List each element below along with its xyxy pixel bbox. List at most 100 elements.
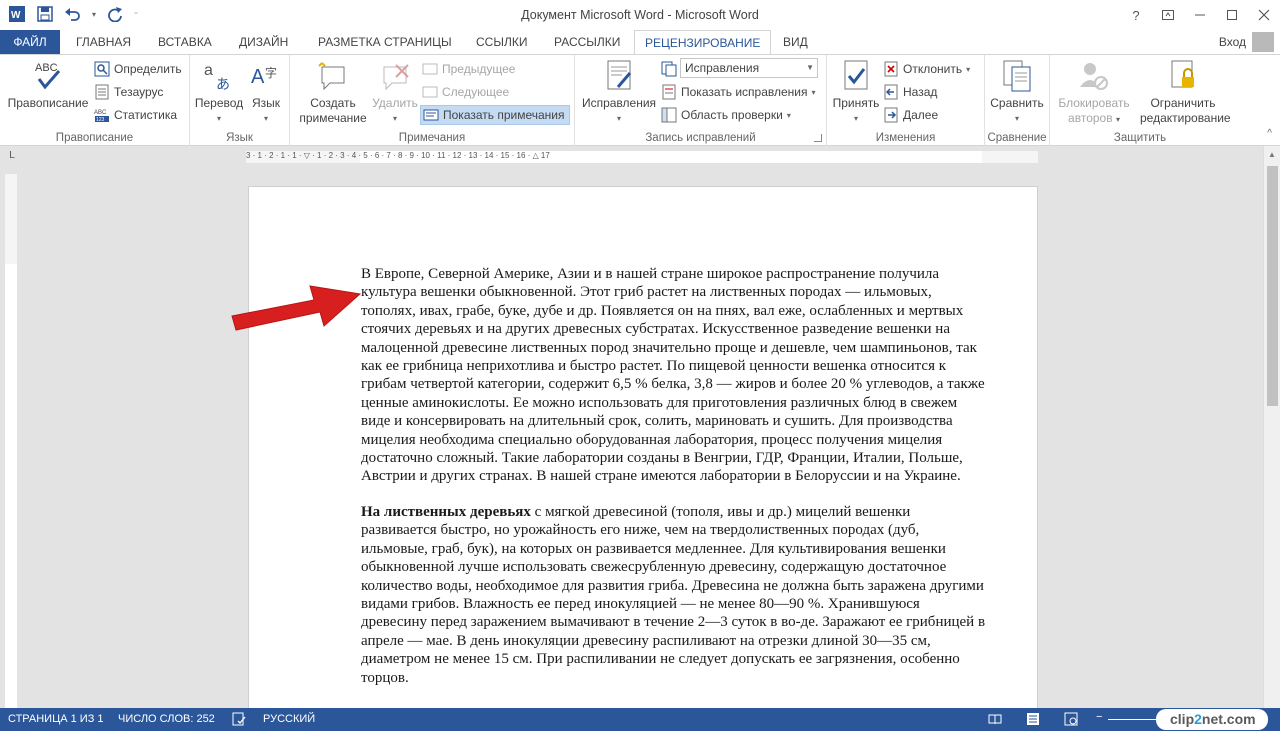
document-area[interactable]: L 3 · 1 · 2 · 1 · 1 · ▽ · 1 · 2 · 3 · 4 … (0, 146, 1280, 708)
next-change-icon (883, 107, 899, 123)
delete-comment-icon (378, 59, 412, 93)
maximize-icon[interactable] (1216, 0, 1248, 30)
title-bar: W ▾ ⁼ Документ Microsoft Word - Microsof… (0, 0, 1280, 30)
block-authors-dropdown-icon: ▾ (1115, 115, 1120, 124)
word-count-button[interactable]: ABC 123 Статистика (94, 105, 177, 125)
avatar[interactable] (1252, 32, 1274, 52)
document-body[interactable]: В Европе, Северной Америке, Азии и в наш… (361, 265, 986, 704)
group-changes: Принять ▾ Отклонить ▾ Назад Далее Измене… (827, 55, 985, 146)
block-authors-button[interactable]: Блокировать авторов ▾ (1052, 59, 1136, 127)
tab-insert[interactable]: ВСТАВКА (148, 30, 222, 54)
page-count[interactable]: СТРАНИЦА 1 ИЗ 1 (8, 713, 104, 725)
next-comment-button[interactable]: Следующее (422, 82, 509, 102)
dialog-launcher-icon[interactable] (814, 134, 822, 142)
zoom-out-icon[interactable]: − (1096, 711, 1102, 723)
horizontal-ruler[interactable]: 3 · 1 · 2 · 1 · 1 · ▽ · 1 · 2 · 3 · 4 · … (246, 151, 1038, 163)
read-mode-icon[interactable] (988, 712, 1002, 726)
ribbon-display-icon[interactable] (1152, 0, 1184, 30)
reviewing-pane-button[interactable]: Область проверки ▾ (661, 105, 791, 125)
ribbon: ABC Правописание Определить Тезаурус ABC… (0, 54, 1280, 146)
reject-button[interactable]: Отклонить ▾ (883, 59, 970, 79)
next-change-button[interactable]: Далее (883, 105, 938, 125)
previous-comment-button[interactable]: Предыдущее (422, 59, 515, 79)
tab-design[interactable]: ДИЗАЙН (229, 30, 298, 54)
accept-icon (839, 59, 873, 93)
restrict-editing-icon (1166, 59, 1200, 93)
tab-review[interactable]: РЕЦЕНЗИРОВАНИЕ (634, 30, 772, 55)
previous-change-label: Назад (903, 85, 938, 99)
close-icon[interactable] (1248, 0, 1280, 30)
window-controls: ? (1120, 0, 1280, 30)
tab-home[interactable]: ГЛАВНАЯ (66, 30, 141, 54)
scroll-thumb[interactable] (1267, 166, 1278, 406)
language-button[interactable]: A字 Язык ▾ (246, 59, 286, 126)
proofing-status-icon[interactable] (232, 712, 246, 726)
translate-dropdown-icon: ▾ (216, 114, 221, 123)
tab-mailings[interactable]: РАССЫЛКИ (544, 30, 630, 54)
show-markup-button[interactable]: Показать исправления ▾ (661, 82, 816, 102)
group-tracking: Исправления ▾ Исправления ▼ Показать исп… (575, 55, 827, 146)
word-count[interactable]: ЧИСЛО СЛОВ: 252 (118, 713, 215, 725)
word-count-icon: ABC 123 (94, 107, 110, 123)
track-changes-button[interactable]: Исправления ▾ (579, 59, 659, 126)
previous-change-button[interactable]: Назад (883, 82, 937, 102)
language-label: Язык (251, 96, 281, 110)
svg-text:字: 字 (265, 65, 277, 80)
print-layout-icon[interactable] (1026, 712, 1040, 726)
vertical-ruler[interactable] (5, 174, 17, 708)
reviewing-pane-label: Область проверки (681, 108, 783, 122)
thesaurus-label: Тезаурус (114, 85, 164, 99)
spelling-button[interactable]: ABC Правописание (6, 59, 90, 111)
web-layout-icon[interactable] (1064, 712, 1078, 726)
document-page[interactable]: В Европе, Северной Америке, Азии и в наш… (248, 186, 1038, 708)
group-comments: Создать примечание Удалить ▾ Предыдущее … (290, 55, 575, 146)
language-dropdown-icon: ▾ (263, 114, 268, 123)
tab-file[interactable]: ФАЙЛ (0, 30, 60, 54)
next-change-label: Далее (903, 108, 939, 122)
minimize-icon[interactable] (1184, 0, 1216, 30)
group-proofing-label: Правописание (55, 132, 134, 144)
paragraph-2[interactable]: На лиственных деревьях с мягкой древесин… (361, 503, 986, 687)
previous-change-icon (883, 84, 899, 100)
delete-comment-button[interactable]: Удалить ▾ (370, 59, 420, 126)
accept-button[interactable]: Принять ▾ (831, 59, 881, 126)
svg-text:a: a (204, 62, 213, 79)
group-language: aあ Перевод ▾ A字 Язык ▾ Язык (190, 55, 290, 146)
display-for-review-value: Исправления (685, 61, 760, 75)
reviewing-pane-icon (661, 107, 677, 123)
ruler-ticks: 3 · 1 · 2 · 1 · 1 · ▽ · 1 · 2 · 3 · 4 · … (246, 151, 550, 160)
thesaurus-button[interactable]: Тезаурус (94, 82, 163, 102)
show-comments-label: Показать примечания (443, 108, 565, 122)
reviewing-pane-dropdown-icon: ▾ (786, 110, 791, 120)
language-icon: A字 (249, 59, 283, 93)
display-for-review-icon (661, 61, 677, 77)
red-arrow-icon (231, 285, 362, 331)
show-comments-icon (423, 107, 439, 123)
define-button[interactable]: Определить (94, 59, 182, 79)
display-for-review-select[interactable]: Исправления ▼ (680, 58, 818, 78)
paragraph-1[interactable]: В Европе, Северной Америке, Азии и в наш… (361, 265, 986, 486)
language-status[interactable]: РУССКИЙ (263, 713, 315, 725)
translate-label: Перевод (194, 96, 244, 110)
tab-references[interactable]: ССЫЛКИ (466, 30, 537, 54)
compare-dropdown-icon: ▾ (1014, 114, 1019, 123)
svg-text:123: 123 (96, 117, 105, 123)
restrict-editing-label-1: Ограничить (1150, 96, 1216, 110)
vertical-scrollbar[interactable]: ▲ (1263, 146, 1280, 708)
translate-button[interactable]: aあ Перевод ▾ (194, 59, 244, 126)
restrict-editing-button[interactable]: Ограничить редактирование (1140, 59, 1231, 126)
tab-view[interactable]: ВИД (773, 30, 818, 54)
delete-dropdown-icon: ▾ (392, 114, 397, 123)
collapse-ribbon-icon[interactable]: ^ (1267, 128, 1272, 139)
help-button[interactable]: ? (1120, 0, 1152, 30)
compare-button[interactable]: Сравнить ▾ (989, 59, 1045, 126)
tab-selector[interactable]: L (4, 150, 20, 164)
spelling-icon: ABC (31, 59, 65, 93)
show-comments-button[interactable]: Показать примечания (420, 105, 570, 125)
tab-page-layout[interactable]: РАЗМЕТКА СТРАНИЦЫ (308, 30, 462, 54)
reject-icon (883, 61, 899, 77)
signin-link[interactable]: Вход (1219, 35, 1246, 49)
next-comment-icon (422, 84, 438, 100)
new-comment-button[interactable]: Создать примечание (296, 59, 370, 126)
scroll-up-icon[interactable]: ▲ (1268, 150, 1276, 159)
